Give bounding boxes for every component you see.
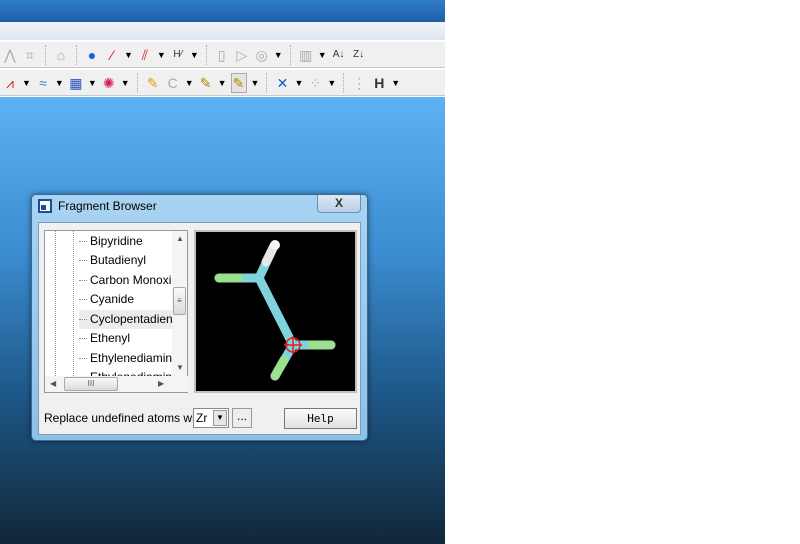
fragment-tree[interactable]: Bipyridine Butadienyl Carbon Monoxide Cy… [44,230,188,393]
dialog-title: Fragment Browser [58,199,157,213]
replace-label: Replace undefined atoms with [44,411,205,425]
tree-line [55,231,56,376]
window-icon [38,199,52,213]
tree-item[interactable]: Cyanide [79,290,172,309]
spectrum-icon[interactable]: ⋀ [2,46,18,64]
dialog-title-bar: Fragment Browser [38,199,157,213]
table-icon[interactable]: ▦ [68,74,84,92]
separator [289,44,291,65]
chevron-down-icon[interactable]: ▼ [318,50,327,60]
tree-item[interactable]: Bipyridine [79,232,172,251]
clean-icon[interactable]: ✕ [274,74,290,92]
chevron-down-icon[interactable]: ▼ [213,410,227,426]
element-c-icon[interactable]: C [165,74,181,92]
separator [76,44,77,65]
separator [136,72,138,93]
chevron-down-icon[interactable]: ▼ [218,78,227,88]
chevron-down-icon[interactable]: ▼ [22,78,31,88]
tree-item-selected[interactable]: Cyclopentadienyl [79,310,172,329]
application-window: ⋀ ⌗ ⌂ ● ⁄ ▼ ⫽ ▼ H⁄ ▼ ▯ ▷ ◎ ▼ ▥ ▼ A↓ Z↓ ⩘ ▼ ≈ ▼ … [0,0,445,544]
atom-value: Zr [196,411,208,425]
separator [266,72,268,93]
fragment-browser-dialog: Fragment Browser X Bipyridine Butadienyl… [31,194,368,441]
chevron-down-icon[interactable]: ▼ [185,78,194,88]
scroll-thumb[interactable]: ≡ [173,287,186,315]
chevron-down-icon[interactable]: ▼ [124,50,133,60]
chevron-down-icon[interactable]: ▼ [55,78,64,88]
separator [205,44,207,65]
vertical-scrollbar[interactable]: ▲ ≡ ▼ [172,231,187,376]
scroll-thumb[interactable]: III [64,377,118,391]
toolbar-bottom: ⩘ ▼ ≈ ▼ ▦ ▼ ✺ ▼ ✎ C ▼ ✎ ▼ ✎ ▼ ✕ ▼ ⁘ ▼ ⋮ H ▼ [0,69,445,96]
hydrogen-icon[interactable]: H [371,74,387,92]
separator [45,44,46,65]
scroll-left-icon[interactable]: ◀ [50,379,56,388]
play-icon[interactable]: ▷ [234,46,250,64]
tree-item[interactable]: Ethylenediamine [79,368,172,376]
molecule-icon[interactable]: ✺ [101,74,117,92]
browse-button[interactable]: ... [232,408,252,428]
atom-select[interactable]: Zr ▼ [193,408,229,428]
menu-bar [0,22,445,40]
bond-icon[interactable]: ⁄ [104,46,120,64]
grid-icon[interactable]: ⋮ [351,74,367,92]
chevron-down-icon[interactable]: ▼ [190,50,199,60]
chevron-down-icon[interactable]: ▼ [294,78,303,88]
tree-line [73,231,74,376]
chevron-down-icon[interactable]: ▼ [251,78,260,88]
horizontal-scrollbar[interactable]: ◀ III ▶ [45,376,188,392]
chevron-down-icon[interactable]: ▼ [327,78,336,88]
sort-za-icon[interactable]: Z↓ [351,46,367,64]
h-atom [270,240,280,250]
draw-chain-icon[interactable]: ✎ [230,72,247,93]
chevron-down-icon[interactable]: ▼ [391,78,400,88]
toolbar-top: ⋀ ⌗ ⌂ ● ⁄ ▼ ⫽ ▼ H⁄ ▼ ▯ ▷ ◎ ▼ ▥ ▼ A↓ Z↓ [0,41,445,68]
molecule-viewer[interactable] [194,230,357,393]
scroll-down-icon[interactable]: ▼ [176,363,184,372]
molecule-model [214,240,336,381]
chevron-down-icon[interactable]: ▼ [121,78,130,88]
dialog-body: Bipyridine Butadienyl Carbon Monoxide Cy… [38,222,361,435]
atoms-icon[interactable]: ⁘ [307,74,323,92]
tree-item[interactable]: Ethylenediamine [79,349,172,368]
scroll-right-icon[interactable]: ▶ [158,379,164,388]
replace-row: Replace undefined atoms with Zr ▼ ... Hel… [39,406,360,430]
structure-icon[interactable]: ⌗ [22,46,38,64]
h-bond-icon[interactable]: H⁄ [170,46,186,64]
chart-icon[interactable]: ▥ [298,46,314,64]
chevron-down-icon[interactable]: ▼ [274,50,283,60]
tree-item[interactable]: Butadienyl [79,251,172,270]
add-atom-icon[interactable]: ● [84,46,100,64]
draw-ring-icon[interactable]: ✎ [198,74,214,92]
double-bond-icon[interactable]: ⫽ [137,46,153,64]
home-icon[interactable]: ⌂ [53,46,69,64]
bond [254,273,298,350]
sort-az-icon[interactable]: A↓ [331,46,347,64]
spectrum-plot-icon[interactable]: ⩘ [2,74,18,92]
document-icon[interactable]: ▯ [214,46,230,64]
pencil-icon[interactable]: ✎ [145,74,161,92]
scroll-up-icon[interactable]: ▲ [176,234,184,243]
record-icon[interactable]: ◎ [254,46,270,64]
orbital-icon[interactable]: ≈ [35,74,51,92]
chevron-down-icon[interactable]: ▼ [88,78,97,88]
bond [270,355,289,381]
help-button[interactable]: Help [284,408,357,429]
tree-item[interactable]: Ethenyl [79,329,172,348]
close-button[interactable]: X [317,195,361,213]
chevron-down-icon[interactable]: ▼ [157,50,166,60]
title-bar [0,0,445,22]
separator [343,72,345,93]
tree-item[interactable]: Carbon Monoxide [79,271,172,290]
